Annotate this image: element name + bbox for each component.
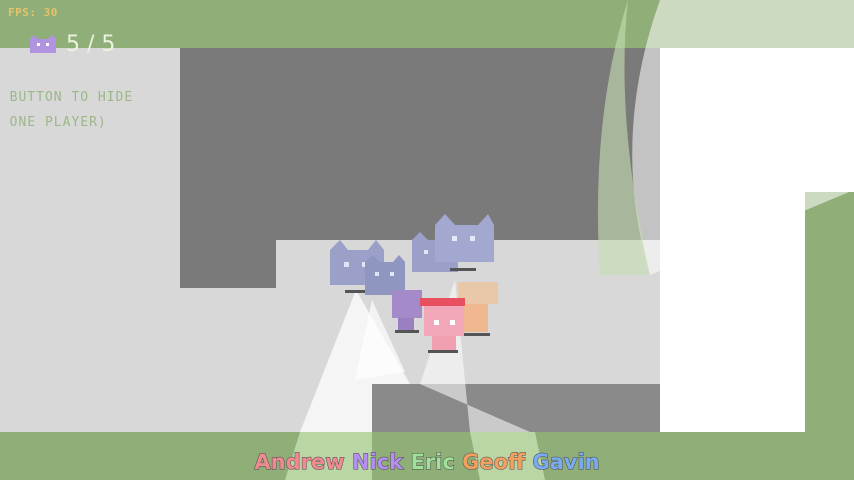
player-name-eric: Eric	[410, 450, 455, 475]
fps-readout: FPS: 30	[8, 6, 58, 19]
flashlight-cone-right	[632, 0, 854, 275]
player-sprite-nick	[392, 290, 422, 333]
cat-sprite-2	[365, 255, 405, 295]
hint-text-line-1: K BUTTON TO HIDE	[0, 90, 134, 105]
player-name-gavin: Gavin	[532, 450, 600, 475]
player-name-andrew: Andrew	[254, 450, 345, 475]
cat-face-icon	[30, 35, 56, 53]
cat-counter-text: 5 / 5	[66, 31, 116, 57]
player-name-nick: Nick	[351, 450, 404, 475]
game-scene	[285, 0, 854, 480]
player-name-geoff: Geoff	[462, 450, 526, 475]
cat-counter: 5 / 5	[28, 31, 116, 57]
player-name-list: Andrew Nick Eric Geoff Gavin	[0, 450, 854, 475]
hint-text-line-2: Y ONE PLAYER)	[0, 115, 107, 130]
